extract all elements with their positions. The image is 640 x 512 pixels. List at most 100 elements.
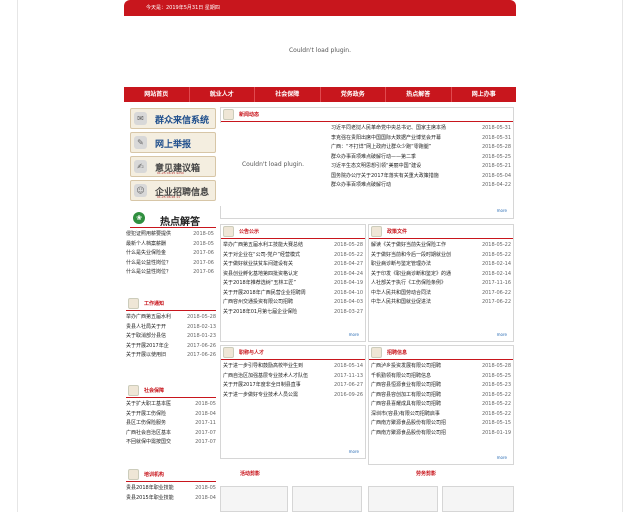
- hot-answers-header: ❀ 热点解答: [130, 210, 216, 228]
- list-item[interactable]: 关于扩大职工基本医 2018-05: [126, 400, 216, 410]
- list-item[interactable]: 什么是失业保险金 2017-06: [126, 249, 214, 259]
- photo-thumbnail[interactable]: [442, 486, 514, 512]
- list-item[interactable]: 解读《关于做好当前失业保险工作 2018-05-22: [371, 241, 511, 251]
- photo-thumbnail[interactable]: [368, 486, 438, 512]
- letters-system-label: 群众来信系统: [155, 116, 210, 126]
- policy-section: 政策文件 解读《关于做好当前失业保险工作 2018-05-22 关于做好当前和今后…: [368, 224, 514, 342]
- hot-answers-list: 侵犯证照用薪要提供 2018-05 最新个人档案薪酬 2018-05 什么是失业保险…: [126, 230, 214, 278]
- social-security-section: 社会保障 关于扩大职工基本医 2018-05 关于开展工伤保险 2018-04 县区…: [126, 384, 216, 448]
- list-item[interactable]: 关于印发《职业病诊断和鉴定》的通 2018-02-14: [371, 270, 511, 280]
- list-item[interactable]: 关于开展2017年企 2017-06-26: [126, 342, 216, 352]
- folder-icon: [371, 226, 382, 237]
- list-item[interactable]: 贵县人社局关于开 2018-02-13: [126, 323, 216, 333]
- nav-hot-answers[interactable]: 热点解答: [386, 87, 452, 102]
- list-item[interactable]: 人社部关于执行《工伤保险条例》 2017-11-16: [371, 279, 511, 289]
- nav-online-service[interactable]: 网上办事: [452, 87, 517, 102]
- leaf-icon: ❀: [133, 212, 145, 224]
- list-item[interactable]: 群众办事百项难点破解行动 2018-04-22: [331, 181, 511, 191]
- list-item[interactable]: 广西泸乡投资发展有限公司招聘 2018-05-28: [371, 362, 511, 372]
- list-item[interactable]: 县区工伤保险服务 2017-11: [126, 419, 216, 429]
- nav-social-security[interactable]: 社会保障: [255, 87, 321, 102]
- list-item[interactable]: 深圳市(容县)有限公司招聘启事 2018-05-22: [371, 410, 511, 420]
- nav-home[interactable]: 网站首页: [124, 87, 190, 102]
- list-item[interactable]: 关于开展以使用旧 2017-06-26: [126, 351, 216, 361]
- recruit-more-link[interactable]: more: [497, 455, 511, 463]
- report-icon: ✎: [134, 136, 147, 149]
- list-item[interactable]: 什么是公益性岗位？ 2017-06: [126, 268, 214, 278]
- certificate-icon: [223, 347, 234, 358]
- news-list: 习近平同老挝人民革命党中央总书记、国家主席本扬 2018-05-31 李克强在贵阳…: [331, 124, 511, 191]
- list-item[interactable]: 不回就保中需按国交 2017-07: [126, 438, 216, 448]
- list-item[interactable]: 广西社会自治区基本 2017-07: [126, 429, 216, 439]
- bookmark-icon: [128, 469, 139, 480]
- recruit-title: 招聘信息: [387, 350, 408, 356]
- list-item[interactable]: 国务院办公厅关于2017年落实有关重大政策措施 2018-05-04: [331, 172, 511, 182]
- list-item[interactable]: 广西容县恒源食业有限公司招聘 2018-05-23: [371, 381, 511, 391]
- list-item[interactable]: 关于做好就业扶贫车间建设有关 2018-04-27: [223, 260, 363, 270]
- list-item[interactable]: 最新个人档案薪酬 2018-05: [126, 240, 214, 250]
- list-item[interactable]: 千帆勤领有限公司招聘信息 2018-05-25: [371, 372, 511, 382]
- online-report-button[interactable]: ✎ 网上举报: [130, 132, 216, 153]
- list-item[interactable]: 习近平同老挝人民革命党中央总书记、国家主席本扬 2018-05-31: [331, 124, 511, 134]
- social-security-list: 关于扩大职工基本医 2018-05 关于开展工伤保险 2018-04 县区工伤保险服…: [126, 398, 216, 448]
- list-item[interactable]: 关于开展2018年广西民营企业招聘周 2018-04-10: [223, 289, 363, 299]
- news-more-link[interactable]: more: [497, 208, 511, 216]
- list-item[interactable]: 职业病诊断与鉴定管理办法 2018-02-14: [371, 260, 511, 270]
- job-recruit-button[interactable]: ☺ 企业招聘信息 01-25 06:26 11: [130, 180, 216, 201]
- list-item[interactable]: 举办广西第五届水利 2018-05-28: [126, 313, 216, 323]
- list-item[interactable]: 广西容县喜耀成具有限公司招聘 2018-05-22: [371, 400, 511, 410]
- announce-header: 公告公示: [221, 225, 365, 239]
- list-item[interactable]: 习近平生态文明思想引领“美丽中国”建设 2018-05-21: [331, 162, 511, 172]
- letters-system-button[interactable]: ✉ 群众来信系统: [130, 108, 216, 129]
- photo-thumbnail[interactable]: [220, 486, 288, 512]
- list-item[interactable]: 关于开展工伤保险 2018-04: [126, 410, 216, 420]
- training-header: 培训机构: [126, 468, 216, 482]
- list-item[interactable]: 广西容州交通投资有限公司招聘 2018-04-03: [223, 298, 363, 308]
- list-item[interactable]: 关于开展2017年度非全日制县直事 2017-06-27: [223, 381, 363, 391]
- list-item[interactable]: 关于对企业在“公司-党户”经营模式 2018-05-22: [223, 251, 363, 261]
- labor-photos-header: 劳务剪影: [416, 470, 436, 480]
- banner-plugin: Couldn't load plugin.: [124, 16, 516, 86]
- list-item[interactable]: 资县创业孵化基地第四批资格认定 2018-04-24: [223, 270, 363, 280]
- list-item[interactable]: 群众办事百项难点破解行动——第二季 2018-05-25: [331, 153, 511, 163]
- list-item[interactable]: 广西南方聚源食品股份有限公司招 2018-05-15: [371, 419, 511, 429]
- training-title: 培训机构: [144, 472, 165, 478]
- talent-section: 职称与人才 关于进一步引导和鼓励高校毕业生到 2018-05-14 广西自治区加强…: [220, 345, 366, 459]
- social-security-title: 社会保障: [144, 388, 165, 394]
- nav-employment[interactable]: 就业人才: [190, 87, 255, 102]
- recruit-icon: ☺: [134, 184, 147, 197]
- list-item[interactable]: 侵犯证照用薪要提供 2018-05: [126, 230, 214, 240]
- list-item[interactable]: 贵县2015年职业技能 2018-04: [126, 494, 216, 504]
- work-notice-section: 工作通知 举办广西第五届水利 2018-05-28 贵县人社局关于开 2018-02…: [126, 297, 216, 361]
- left-column: ✉ 群众来信系统 ✎ 网上举报 ✍ 意见建议箱 01-25 06:25 9250…: [124, 106, 216, 275]
- list-item[interactable]: 关于做好当前和今后一段时期就业创 2018-05-22: [371, 251, 511, 261]
- news-icon: [223, 109, 234, 120]
- nav-party-affairs[interactable]: 党务政务: [321, 87, 386, 102]
- suggestion-box-button[interactable]: ✍ 意见建议箱 01-25 06:25 9250: [130, 156, 216, 177]
- photo-thumbnail[interactable]: [292, 486, 362, 512]
- announce-more-link[interactable]: more: [349, 332, 363, 340]
- list-item[interactable]: 关于取消部分县信 2018-01-23: [126, 332, 216, 342]
- news-title: 新闻动态: [239, 112, 260, 118]
- policy-header: 政策文件: [369, 225, 513, 239]
- list-item[interactable]: 举办广西第五届水利工技能大赛总结 2018-05-28: [223, 241, 363, 251]
- list-item[interactable]: 关于进一步做好专业技术人员公需 2016-09-26: [223, 391, 363, 401]
- list-item[interactable]: 贵县2018年职业技能 2018-05: [126, 484, 216, 494]
- list-item[interactable]: 关于进一步引导和鼓励高校毕业生到 2018-05-14: [223, 362, 363, 372]
- list-item[interactable]: 关于2018年01月第七届企业保险 2018-03-27: [223, 308, 363, 318]
- list-item[interactable]: 广西容县容创加工有限公司招聘 2018-05-22: [371, 391, 511, 401]
- recruit-list: 广西泸乡投资发展有限公司招聘 2018-05-28 千帆勤领有限公司招聘信息 201…: [369, 360, 513, 438]
- list-item[interactable]: 广西：“不打烊”网上政府让群众少跑“零跑腿” 2018-05-28: [331, 143, 511, 153]
- list-item[interactable]: 什么是公益性岗位？ 2017-06: [126, 259, 214, 269]
- list-item[interactable]: 李克强在贵阳出席中国国际大数据产业博览会开幕 2018-05-31: [331, 134, 511, 144]
- talent-more-link[interactable]: more: [349, 449, 363, 457]
- list-item[interactable]: 广西南方聚源食品股份有限公司招 2018-01-19: [371, 429, 511, 439]
- suggestion-icon: ✍: [134, 160, 147, 173]
- news-plugin-message: Couldn't load plugin.: [241, 161, 305, 168]
- list-item[interactable]: 广西自治区加强基层专业技术人才队伍 2017-11-13: [223, 372, 363, 382]
- list-item[interactable]: 中华人民共和国就业促进法 2017-06-22: [371, 298, 511, 308]
- list-item[interactable]: 中华人民共和国劳动合同法 2017-06-22: [371, 289, 511, 299]
- hot-answers-title: 热点解答: [160, 217, 200, 228]
- list-item[interactable]: 关于2018年推荐选树“玉林工匠” 2018-04-19: [223, 279, 363, 289]
- policy-more-link[interactable]: more: [497, 332, 511, 340]
